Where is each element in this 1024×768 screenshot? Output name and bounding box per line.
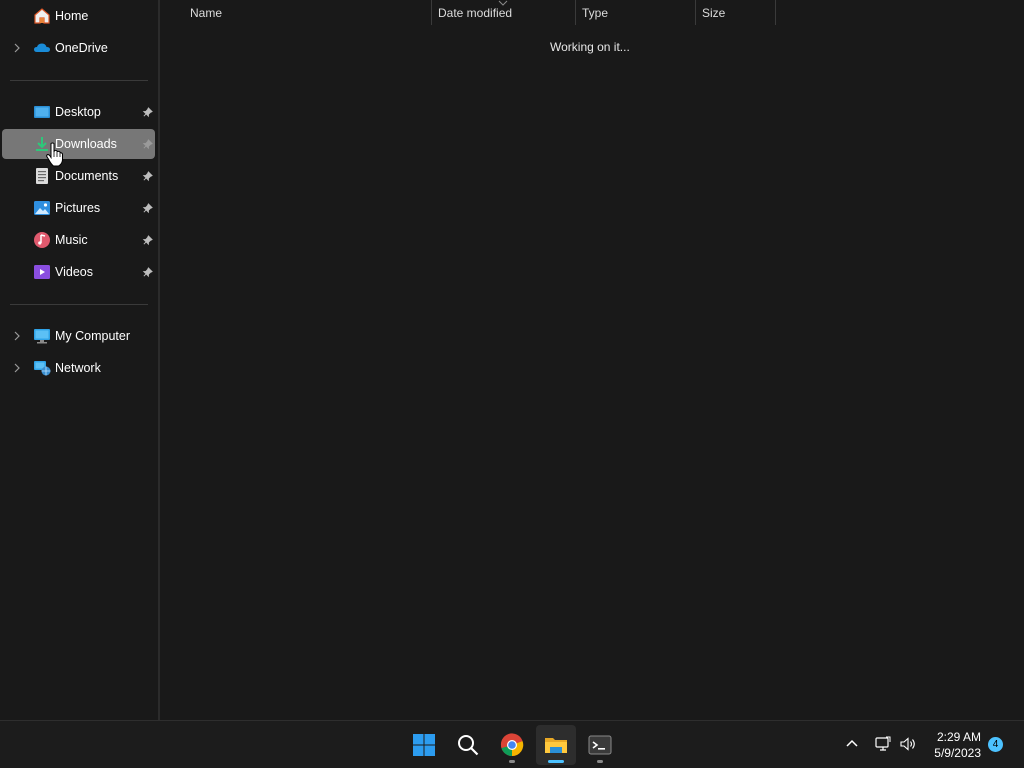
- pictures-folder-icon: [33, 199, 51, 217]
- nav-label-desktop: Desktop: [55, 105, 101, 119]
- nav-item-my-computer[interactable]: My Computer: [2, 321, 155, 351]
- nav-item-videos[interactable]: Videos: [2, 257, 155, 287]
- show-hidden-icons-chevron-icon[interactable]: [843, 735, 861, 753]
- pin-icon: [141, 106, 153, 118]
- column-separator[interactable]: [575, 0, 576, 25]
- clock-date: 5/9/2023: [934, 746, 981, 760]
- onedrive-icon: [33, 39, 51, 57]
- nav-item-network[interactable]: Network: [2, 353, 155, 383]
- home-icon: [33, 7, 51, 25]
- hand-cursor-icon: [46, 142, 63, 167]
- nav-item-documents[interactable]: Documents: [2, 161, 155, 191]
- nav-label-onedrive: OneDrive: [55, 41, 108, 55]
- nav-item-music[interactable]: Music: [2, 225, 155, 255]
- chrome-icon: [500, 733, 524, 757]
- taskbar: 2:29 AM 5/9/2023 4: [0, 720, 1024, 768]
- column-header-type[interactable]: Type: [582, 0, 608, 25]
- nav-label-home: Home: [55, 9, 89, 23]
- nav-item-desktop[interactable]: Desktop: [2, 97, 155, 127]
- nav-label-documents: Documents: [55, 169, 119, 183]
- column-header-name[interactable]: Name: [190, 0, 222, 25]
- terminal-taskbar-button[interactable]: [580, 725, 620, 765]
- nav-label-pictures: Pictures: [55, 201, 101, 215]
- nav-label-music: Music: [55, 233, 88, 247]
- start-button[interactable]: [404, 725, 444, 765]
- nav-label-videos: Videos: [55, 265, 93, 279]
- expand-chevron-icon[interactable]: [12, 330, 22, 342]
- notification-count-badge[interactable]: 4: [988, 737, 1003, 752]
- pin-icon: [141, 138, 153, 150]
- column-separator[interactable]: [431, 0, 432, 25]
- nav-separator: [10, 80, 148, 81]
- pin-icon: [141, 266, 153, 278]
- terminal-icon: [588, 735, 612, 755]
- network-icon: [33, 359, 51, 377]
- music-folder-icon: [33, 231, 51, 249]
- active-indicator: [548, 760, 564, 763]
- pin-icon: [141, 234, 153, 246]
- chrome-taskbar-button[interactable]: [492, 725, 532, 765]
- documents-folder-icon: [33, 167, 51, 185]
- nav-label-network: Network: [55, 361, 101, 375]
- system-clock[interactable]: 2:29 AM 5/9/2023: [934, 729, 981, 761]
- nav-label-my-computer: My Computer: [55, 329, 131, 343]
- file-list-pane[interactable]: Name Date modified Type Size Working on …: [160, 0, 1024, 720]
- nav-item-downloads[interactable]: Downloads: [2, 129, 155, 159]
- loading-status-text: Working on it...: [550, 40, 630, 54]
- running-indicator: [597, 760, 603, 763]
- desktop-folder-icon: [33, 103, 51, 121]
- clock-time: 2:29 AM: [936, 730, 981, 744]
- nav-separator: [10, 304, 148, 305]
- pin-icon: [141, 202, 153, 214]
- nav-item-pictures[interactable]: Pictures: [2, 193, 155, 223]
- column-header-size[interactable]: Size: [702, 0, 725, 25]
- search-button[interactable]: [448, 725, 488, 765]
- expand-chevron-icon[interactable]: [12, 362, 22, 374]
- videos-folder-icon: [33, 263, 51, 281]
- volume-icon[interactable]: [899, 735, 917, 753]
- nav-item-home[interactable]: Home: [2, 1, 155, 31]
- pin-icon: [141, 170, 153, 182]
- nav-item-onedrive[interactable]: OneDrive: [2, 33, 155, 63]
- column-separator[interactable]: [775, 0, 776, 25]
- column-separator[interactable]: [695, 0, 696, 25]
- computer-icon: [33, 327, 51, 345]
- column-header-date-modified[interactable]: Date modified: [438, 0, 512, 25]
- running-indicator: [509, 760, 515, 763]
- file-explorer-icon: [545, 738, 567, 753]
- start-icon: [413, 734, 435, 756]
- navigation-pane: Home OneDrive Desktop Downloads Document…: [0, 0, 158, 720]
- expand-chevron-icon[interactable]: [12, 42, 22, 54]
- search-icon: [458, 735, 479, 756]
- network-status-icon[interactable]: [874, 735, 892, 753]
- file-explorer-taskbar-button[interactable]: [536, 725, 576, 765]
